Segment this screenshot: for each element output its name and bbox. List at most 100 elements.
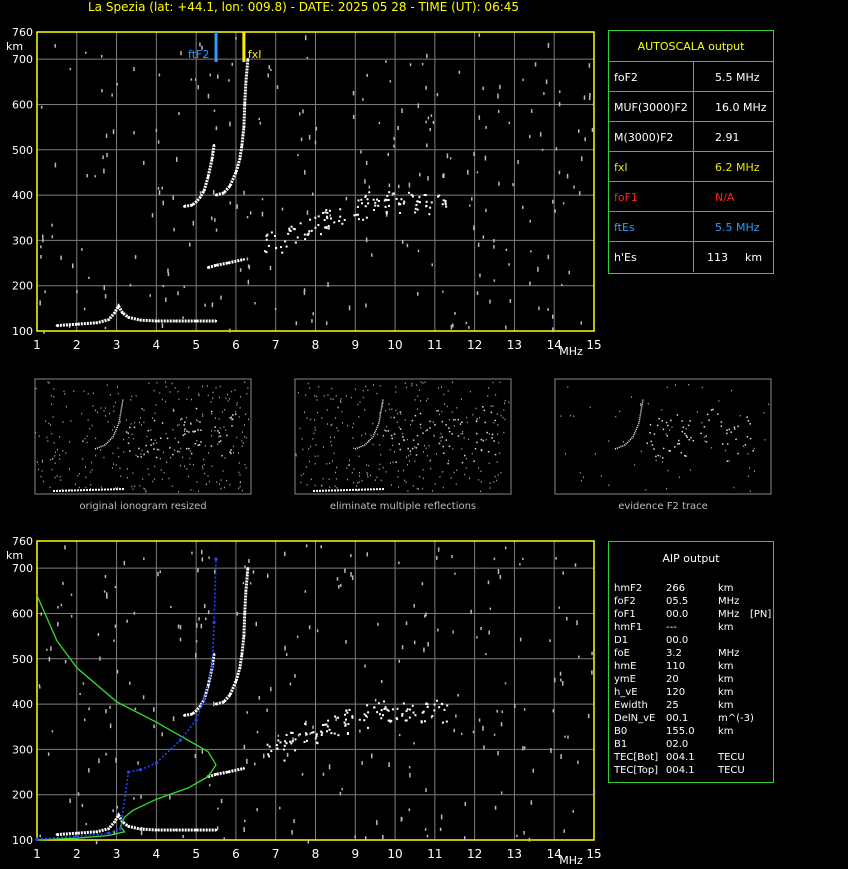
noise-dot <box>274 307 277 311</box>
noise-dot <box>401 816 403 821</box>
thumbnail-noise <box>142 478 144 480</box>
y-tick-label: 100 <box>12 834 33 847</box>
thumbnail-noise <box>414 399 416 401</box>
trace-point-spread <box>287 232 290 235</box>
thumbnail-noise <box>376 392 378 395</box>
thumbnail-spread <box>166 437 169 440</box>
noise-dot <box>252 570 255 574</box>
trace-point-spread <box>400 198 403 201</box>
thumbnail-noise <box>224 408 226 411</box>
thumbnail-noise <box>295 454 297 457</box>
thumbnail-noise <box>488 462 490 465</box>
noise-dot <box>352 114 355 119</box>
thumbnail-spread <box>473 460 475 463</box>
x-tick-label: 7 <box>272 338 280 352</box>
trace-point-spread <box>383 700 386 703</box>
thumbnail-spread <box>457 418 460 421</box>
thumbnail-spread <box>720 425 723 427</box>
thumbnail-noise <box>159 457 161 460</box>
trace-Es <box>56 303 216 328</box>
aip-value: 20 <box>666 674 679 685</box>
noise-dot <box>554 209 556 213</box>
thumbnail-spread <box>653 433 656 435</box>
thumbnail-noise <box>461 448 463 450</box>
noise-dot <box>437 547 440 552</box>
thumbnail-noise <box>120 475 122 478</box>
noise-dot <box>406 243 409 248</box>
noise-dot <box>354 835 356 839</box>
trace-point <box>210 157 214 161</box>
thumbnail-noise <box>334 471 336 474</box>
thumbnail-spread <box>491 437 493 439</box>
thumbnail-noise <box>417 408 419 410</box>
thumbnail-noise <box>229 417 231 419</box>
thumbnail-noise <box>297 391 299 394</box>
trace-point-spread <box>441 721 444 724</box>
noise-dot <box>201 749 204 754</box>
thumbnail-spread <box>721 443 724 445</box>
trace-point-spread <box>288 227 291 230</box>
thumbnail-spread <box>681 430 684 433</box>
thumbnail-noise <box>390 416 392 419</box>
noise-dot <box>116 83 119 86</box>
thumbnail-noise <box>336 487 338 489</box>
thumbnail-noise <box>322 446 324 448</box>
noise-dot <box>291 830 293 835</box>
thumbnail-noise <box>407 490 409 492</box>
thumbnail-spread <box>229 451 231 453</box>
thumbnail-spread <box>712 408 714 411</box>
noise-dot <box>476 171 479 174</box>
trace-point-spread <box>339 215 342 218</box>
thumbnail-spread <box>138 447 140 450</box>
trace-point <box>139 318 142 322</box>
thumbnail-noise <box>43 480 45 483</box>
noise-dot <box>172 716 175 722</box>
trace-point-spread <box>383 199 386 202</box>
y-axis-label: km <box>6 549 23 562</box>
noise-dot <box>94 175 96 178</box>
noise-dot <box>484 155 487 161</box>
noise-dot <box>134 707 137 711</box>
thumbnail-spread <box>442 445 444 448</box>
thumbnail-noise <box>96 411 98 414</box>
thumbnail-spread <box>230 452 232 455</box>
aip-label: ymE <box>614 674 636 685</box>
aip-row: D1 00.0 <box>614 635 772 647</box>
noise-dot <box>214 218 216 222</box>
noise-dot <box>498 181 500 186</box>
noise-dot <box>591 670 593 675</box>
noise-dot <box>320 545 322 549</box>
thumbnail-noise <box>420 427 422 429</box>
thumbnail-noise <box>701 386 703 389</box>
thumbnail-noise <box>447 390 449 392</box>
noise-dot <box>566 616 568 621</box>
thumbnail-noise <box>639 404 641 407</box>
thumbnail-noise <box>396 421 398 423</box>
thumbnail-noise <box>246 393 248 395</box>
trace-point-spread <box>367 202 370 205</box>
trace-point <box>121 311 124 315</box>
thumbnail-noise <box>439 437 441 439</box>
thumbnail-noise <box>241 440 243 442</box>
noise-dot <box>217 74 219 79</box>
thumbnail-noise <box>753 470 755 473</box>
noise-dot <box>580 156 583 162</box>
thumbnail-spread <box>181 418 183 420</box>
thumbnail-noise <box>634 464 636 466</box>
trace-point-spread <box>385 212 388 215</box>
thumbnail-noise <box>331 460 333 462</box>
thumbnail-noise <box>215 417 217 419</box>
noise-dot <box>562 202 565 205</box>
trace-point <box>202 189 206 192</box>
thumbnail-noise <box>47 381 49 383</box>
noise-dot <box>98 758 100 764</box>
thumbnail-noise <box>354 388 356 390</box>
autoscala-value: 16.0 MHz <box>715 101 767 114</box>
thumbnail-noise <box>391 444 393 447</box>
trace-point-spread <box>284 740 287 743</box>
noise-dot <box>505 325 507 330</box>
thumbnail-noise <box>480 481 482 483</box>
noise-dot <box>554 677 556 683</box>
thumbnail-spread <box>159 437 162 440</box>
noise-dot <box>103 285 106 291</box>
